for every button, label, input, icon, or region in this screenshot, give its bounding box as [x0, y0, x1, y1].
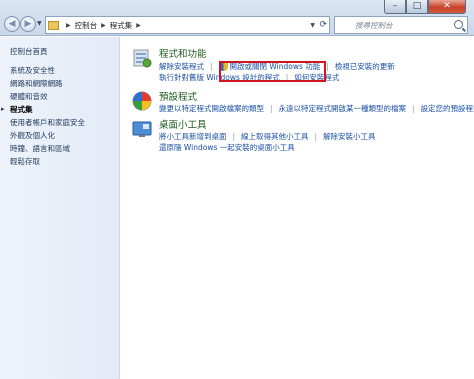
sidebar-item-network[interactable]: 網路和網際網路	[0, 77, 119, 90]
link-divider: |	[232, 132, 236, 141]
refresh-icon[interactable]: ⟳	[319, 20, 327, 30]
sidebar-item-user-accounts[interactable]: 使用者帳戶和家庭安全	[0, 116, 119, 129]
uninstall-gadget-link[interactable]: 解除安裝小工具	[323, 131, 376, 142]
highlight-annotation-box	[219, 61, 326, 82]
sidebar-item-ease-of-access[interactable]: 輕鬆存取	[0, 155, 119, 168]
default-programs-icon	[132, 91, 152, 111]
sidebar-item-hardware-sound[interactable]: 硬體和音效	[0, 90, 119, 103]
control-panel-window: – □ ✕ ◀ ▶ ▼ ▶ 控制台 ▶ 程式集 ▶ ▼ ⟳ 搜尋控制台 控制台首…	[0, 0, 474, 379]
programs-features-icon	[133, 49, 152, 68]
always-open-type-link[interactable]: 永遠以特定程式開啟某一種類型的檔案	[279, 103, 407, 114]
sidebar-item-appearance[interactable]: 外觀及個人化	[0, 129, 119, 142]
get-more-gadgets-link[interactable]: 線上取得其他小工具	[241, 131, 309, 142]
window-caption-buttons: – □ ✕	[384, 0, 466, 14]
link-divider: |	[314, 132, 318, 141]
control-panel-icon	[48, 20, 59, 30]
recent-pages-dropdown[interactable]: ▼	[37, 20, 42, 27]
search-placeholder: 搜尋控制台	[355, 20, 393, 30]
link-divider: |	[326, 62, 329, 71]
forward-button[interactable]: ▶	[20, 16, 36, 32]
address-bar[interactable]: ▶ 控制台 ▶ 程式集 ▶ ▼ ⟳	[45, 16, 330, 34]
programs-features-title[interactable]: 程式和功能	[159, 46, 207, 60]
link-divider: |	[412, 104, 415, 113]
main-content: 程式和功能 解除安裝程式 | 開啟或關閉 Windows 功能 | 檢視已安裝的…	[121, 37, 474, 379]
search-icon[interactable]	[454, 20, 463, 29]
arrow-left-icon: ◀	[8, 19, 16, 29]
chevron-right-icon[interactable]: ▶	[136, 22, 141, 29]
sidebar-item-system-security[interactable]: 系統及安全性	[0, 64, 119, 77]
set-default-programs-link[interactable]: 設定您的預設程式	[421, 103, 474, 114]
restore-gadgets-link[interactable]: 還原隨 Windows 一起安裝的桌面小工具	[159, 142, 295, 153]
uninstall-program-link[interactable]: 解除安裝程式	[159, 61, 204, 72]
breadcrumb-control-panel[interactable]: 控制台	[75, 20, 98, 31]
sidebar: 控制台首頁 系統及安全性 網路和網際網路 硬體和音效 程式集 使用者帳戶和家庭安…	[0, 37, 120, 379]
arrow-right-icon: ▶	[24, 19, 32, 29]
breadcrumb-programs[interactable]: 程式集	[110, 20, 133, 31]
default-programs-title[interactable]: 預設程式	[159, 89, 197, 103]
desktop-gadgets-icon	[132, 121, 152, 137]
sidebar-item-programs[interactable]: 程式集	[0, 103, 119, 116]
link-divider: |	[270, 104, 273, 113]
chevron-right-icon[interactable]: ▶	[101, 22, 106, 29]
desktop-gadgets-links-2: 還原隨 Windows 一起安裝的桌面小工具	[159, 142, 295, 153]
navigation-bar: – □ ✕ ◀ ▶ ▼ ▶ 控制台 ▶ 程式集 ▶ ▼ ⟳ 搜尋控制台	[0, 0, 474, 36]
sidebar-item-clock-language[interactable]: 時鐘、語言和區域	[0, 142, 119, 155]
link-divider: |	[210, 62, 213, 71]
address-dropdown[interactable]: ▼	[310, 22, 315, 29]
default-programs-links: 變更以特定程式開啟檔案的類型 | 永遠以特定程式開啟某一種類型的檔案 | 設定您…	[159, 103, 474, 114]
desktop-gadgets-links: 將小工具新增到桌面 | 線上取得其他小工具 | 解除安裝小工具	[159, 131, 376, 142]
add-gadgets-link[interactable]: 將小工具新增到桌面	[159, 131, 227, 142]
maximize-button[interactable]: □	[406, 0, 428, 14]
minimize-button[interactable]: –	[384, 0, 406, 14]
search-input[interactable]: 搜尋控制台	[334, 16, 468, 34]
desktop-gadgets-title[interactable]: 桌面小工具	[159, 117, 207, 131]
chevron-right-icon[interactable]: ▶	[66, 22, 71, 29]
view-installed-updates-link[interactable]: 檢視已安裝的更新	[335, 61, 395, 72]
change-file-type-link[interactable]: 變更以特定程式開啟檔案的類型	[159, 103, 264, 114]
back-button[interactable]: ◀	[4, 16, 20, 32]
sidebar-item-home[interactable]: 控制台首頁	[0, 45, 119, 58]
close-button[interactable]: ✕	[428, 0, 466, 14]
